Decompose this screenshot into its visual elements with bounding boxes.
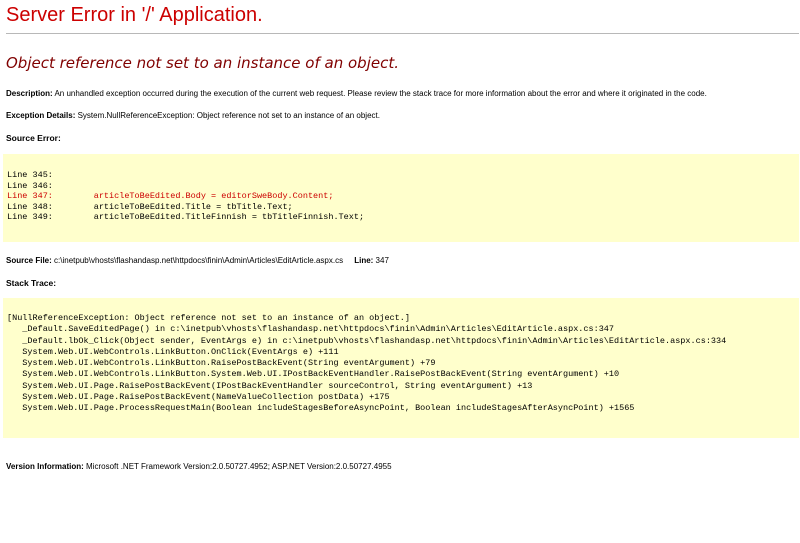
stack-trace-line: System.Web.UI.Page.ProcessRequestMain(Bo… — [7, 403, 635, 414]
stack-trace-line: _Default.SaveEditedPage() in c:\inetpub\… — [7, 324, 614, 335]
description-row: Description: An unhandled exception occu… — [6, 89, 707, 98]
page-title: Server Error in '/' Application. — [6, 4, 263, 26]
stack-trace-line: System.Web.UI.Page.RaisePostBackEvent(IP… — [7, 380, 533, 391]
exception-details-label: Exception Details: — [6, 111, 76, 120]
source-line: Line 346: — [7, 180, 53, 191]
source-line-error: Line 347: articleToBeEdited.Body = edito… — [7, 191, 334, 201]
error-message: Object reference not set to an instance … — [6, 54, 399, 72]
source-file-label: Source File: — [6, 256, 52, 265]
source-file-row: Source File: c:\inetpub\vhosts\flashanda… — [6, 256, 389, 265]
stack-trace-heading: Stack Trace: — [6, 278, 57, 288]
version-info-text: Microsoft .NET Framework Version:2.0.507… — [86, 462, 392, 471]
stack-trace-line: System.Web.UI.WebControls.LinkButton.OnC… — [7, 346, 339, 357]
stack-trace-line: [NullReferenceException: Object referenc… — [7, 313, 410, 323]
source-code-lines: Line 345: Line 346: Line 347: articleToBeE… — [7, 170, 364, 223]
line-number: 347 — [375, 256, 389, 265]
version-info-row: Version Information: Microsoft .NET Fram… — [6, 462, 392, 471]
exception-details-row: Exception Details: System.NullReferenceE… — [6, 111, 380, 120]
line-label: Line: — [354, 256, 374, 265]
exception-details-text: System.NullReferenceException: Object re… — [77, 111, 380, 120]
version-info-label: Version Information: — [6, 462, 84, 471]
title-divider — [6, 33, 799, 34]
source-line: Line 345: — [7, 170, 53, 180]
source-line: Line 349: articleToBeEdited.TitleFinnish… — [7, 212, 365, 222]
stack-trace-line: System.Web.UI.WebControls.LinkButton.Rai… — [7, 358, 436, 369]
source-error-heading: Source Error: — [6, 133, 61, 143]
stack-trace-line: System.Web.UI.WebControls.LinkButton.Sys… — [7, 369, 620, 380]
stack-trace-line: System.Web.UI.Page.RaisePostBackEvent(Na… — [7, 392, 390, 403]
source-line: Line 348: articleToBeEdited.Title = tbTi… — [7, 201, 293, 212]
stack-trace-box: [NullReferenceException: Object referenc… — [3, 298, 799, 438]
source-code-box: Line 345: Line 346: Line 347: articleToBeE… — [3, 154, 799, 242]
description-text: An unhandled exception occurred during t… — [54, 89, 707, 98]
stack-trace-line: _Default.lbOk_Click(Object sender, Event… — [7, 335, 727, 346]
stack-trace-lines: [NullReferenceException: Object referenc… — [7, 313, 726, 415]
source-file-path: c:\inetpub\vhosts\flashandasp.net\httpdo… — [54, 256, 344, 265]
description-label: Description: — [6, 89, 53, 98]
